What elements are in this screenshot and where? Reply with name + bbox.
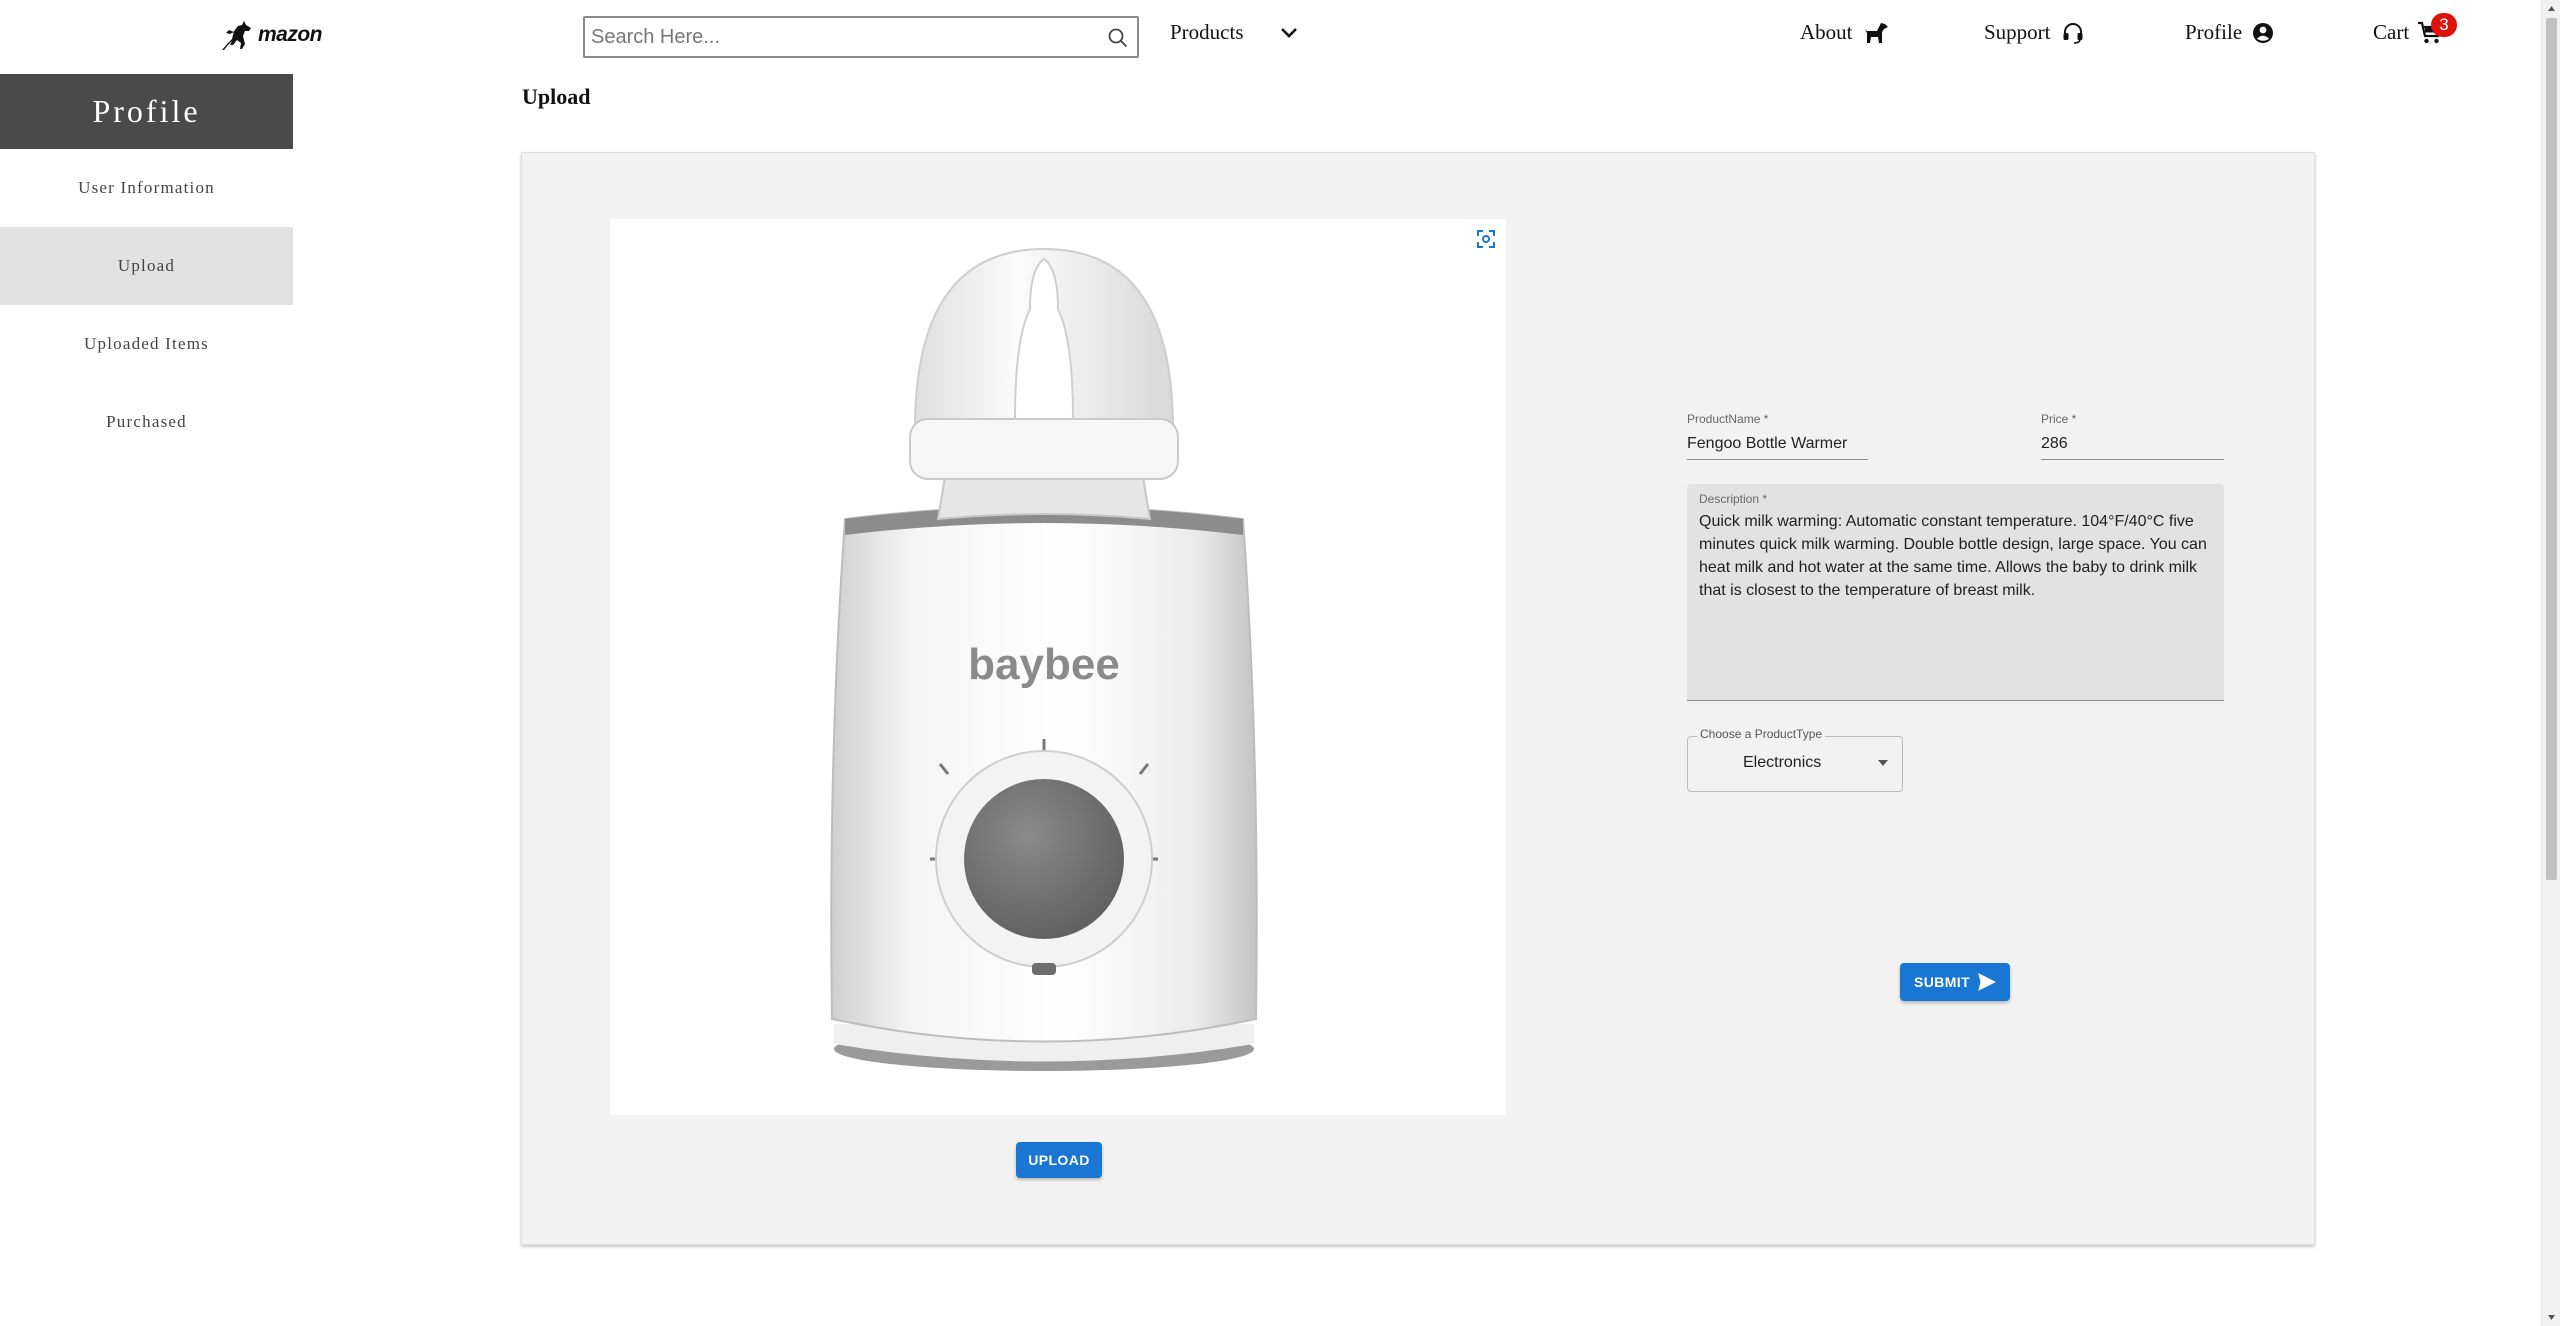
sidebar-item-user-information[interactable]: User Information — [0, 149, 293, 227]
sidebar-item-purchased[interactable]: Purchased — [0, 383, 293, 461]
support-label: Support — [1984, 20, 2051, 44]
description-label: Description * — [1699, 492, 1768, 506]
profile-link[interactable]: Profile — [2185, 20, 2274, 45]
products-label: Products — [1170, 20, 1244, 44]
send-icon — [1978, 973, 1997, 991]
search-icon[interactable] — [1107, 27, 1129, 49]
description-field[interactable]: Description * Quick milk warming: Automa… — [1687, 484, 2224, 701]
product-name-input[interactable] — [1687, 433, 1867, 455]
submit-button[interactable]: SUBMIT — [1900, 963, 2010, 1001]
scroll-down-icon[interactable] — [2547, 1313, 2556, 1322]
product-name-label: ProductName * — [1687, 412, 1769, 426]
support-link[interactable]: Support — [1984, 20, 2085, 45]
price-input[interactable] — [2041, 433, 2221, 455]
scroll-up-icon[interactable] — [2547, 4, 2556, 13]
description-input[interactable]: Quick milk warming: Automatic constant t… — [1699, 510, 2214, 602]
product-brand-print: baybee — [968, 640, 1120, 689]
search-bar — [583, 16, 1139, 58]
price-underline — [2041, 459, 2224, 460]
price-label: Price * — [2041, 412, 2077, 426]
product-image: baybee — [830, 247, 1258, 1071]
profile-label: Profile — [2185, 20, 2243, 44]
dog-icon — [1864, 22, 1888, 43]
products-menu[interactable]: Products — [1170, 20, 1300, 45]
product-type-value: Electronics — [1743, 754, 1822, 771]
top-navigation: mazon Products About Support Profile — [0, 0, 2540, 70]
dog-logo-icon — [222, 21, 251, 50]
logo-text: mazon — [258, 23, 323, 46]
chevron-down-icon — [1280, 27, 1297, 38]
about-label: About — [1800, 20, 1853, 44]
product-type-label: Choose a ProductType — [1697, 727, 1826, 741]
arrow-drop-down-icon[interactable] — [1877, 758, 1889, 768]
account-circle-icon — [2253, 22, 2274, 43]
sidebar-item-upload[interactable]: Upload — [0, 227, 293, 305]
sidebar-title: Profile — [0, 74, 293, 149]
submit-button-label: SUBMIT — [1913, 974, 1971, 990]
upload-image-button[interactable]: UPLOAD — [1016, 1142, 1102, 1178]
cart-label: Cart — [2373, 20, 2410, 44]
brand-logo[interactable]: mazon — [220, 18, 323, 52]
page-scrollbar[interactable] — [2541, 0, 2560, 1326]
scrollbar-thumb[interactable] — [2546, 18, 2557, 880]
product-image-preview: baybee — [610, 219, 1506, 1115]
search-input[interactable] — [591, 22, 1071, 52]
headset-icon — [2063, 22, 2083, 44]
about-link[interactable]: About — [1800, 20, 1889, 45]
upload-button-label: UPLOAD — [1028, 1152, 1090, 1168]
fullscreen-icon[interactable] — [1476, 229, 1496, 249]
cart-count-badge: 3 — [2431, 13, 2457, 37]
product-name-underline — [1687, 459, 1868, 460]
page-title: Upload — [522, 84, 591, 109]
sidebar-item-uploaded-items[interactable]: Uploaded Items — [0, 305, 293, 383]
